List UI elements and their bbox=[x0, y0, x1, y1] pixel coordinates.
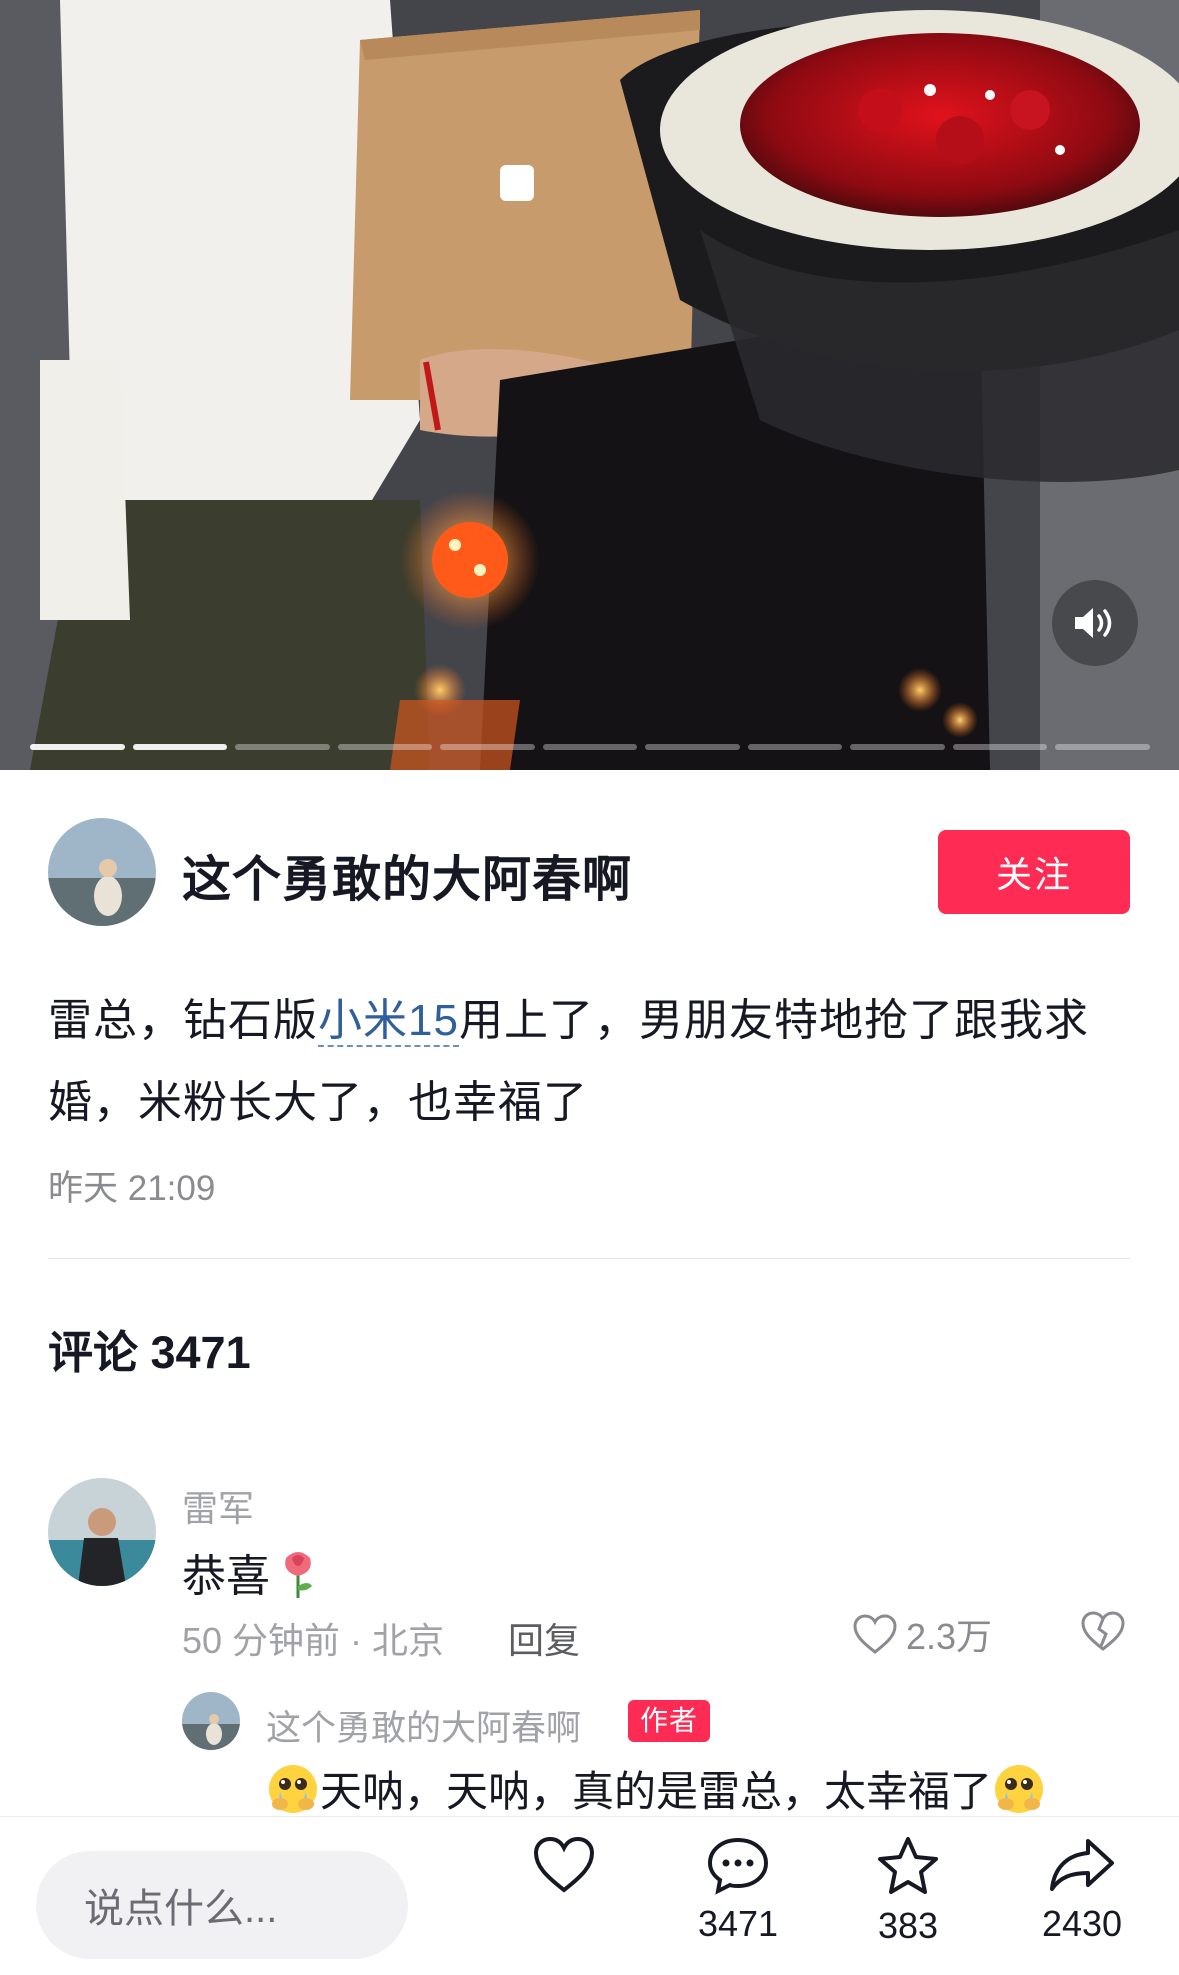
progress-segment bbox=[542, 744, 638, 750]
author-avatar[interactable] bbox=[48, 818, 156, 926]
comment-like-count: 2.3万 bbox=[906, 1616, 993, 1657]
progress-segment bbox=[645, 744, 740, 750]
product-tag-link[interactable]: 小米15 bbox=[318, 996, 459, 1047]
progress-segment bbox=[850, 744, 945, 750]
progress-segment bbox=[1055, 744, 1151, 750]
progress-segment bbox=[235, 744, 330, 750]
comment-dislike-button[interactable] bbox=[1080, 1610, 1126, 1657]
reply-text: 天呐，天呐，真的是雷总，太幸福了 bbox=[266, 1758, 1046, 1819]
author-badge: 作者 bbox=[628, 1700, 711, 1742]
star-icon bbox=[878, 1837, 938, 1894]
comment-time-location: 50 分钟前 · 北京 bbox=[182, 1620, 445, 1661]
rose-emoji-icon bbox=[285, 1552, 312, 1598]
volume-button[interactable] bbox=[1052, 580, 1138, 666]
reply-username[interactable]: 这个勇敢的大阿春啊 bbox=[266, 1700, 581, 1751]
teary-face-emoji-icon bbox=[995, 1764, 1044, 1813]
comment-body: 恭喜 bbox=[182, 1552, 270, 1601]
comment-bubble-icon bbox=[707, 1837, 769, 1895]
progress-segment bbox=[30, 744, 125, 750]
favorite-button[interactable]: 383 bbox=[848, 1835, 968, 1947]
reply-body: 天呐，天呐，真的是雷总，太幸福了 bbox=[320, 1768, 993, 1815]
broken-heart-icon bbox=[1081, 1611, 1125, 1651]
comment-text: 恭喜 bbox=[182, 1540, 320, 1604]
share-button[interactable]: 2430 bbox=[1022, 1835, 1142, 1945]
photo-illustration bbox=[0, 0, 1179, 770]
like-button[interactable] bbox=[504, 1835, 624, 1895]
comment-input-placeholder: 说点什么... bbox=[84, 1887, 278, 1931]
carousel-progress bbox=[30, 744, 1151, 752]
commenter-avatar[interactable] bbox=[48, 1478, 156, 1586]
progress-segment bbox=[132, 744, 228, 750]
avatar-image bbox=[48, 818, 156, 926]
post-time: 昨天 21:09 bbox=[48, 1169, 216, 1208]
reply-button[interactable]: 回复 bbox=[508, 1612, 580, 1664]
share-arrow-icon bbox=[1050, 1839, 1114, 1891]
bottom-action-bar: 说点什么... 3471 383 2430 bbox=[0, 1816, 1179, 1975]
post-caption: 雷总，钻石版小米15用上了，男朋友特地抢了跟我求婚，米粉长大了，也幸福了 bbox=[48, 980, 1138, 1144]
comments-heading: 评论 3471 bbox=[48, 1327, 251, 1378]
comment-like-button[interactable]: 2.3万 bbox=[852, 1608, 992, 1660]
divider bbox=[48, 1258, 1130, 1259]
reply-avatar[interactable] bbox=[182, 1692, 240, 1750]
heart-icon bbox=[853, 1614, 897, 1654]
volume-icon bbox=[1075, 608, 1112, 638]
progress-segment bbox=[337, 744, 433, 750]
caption-text: 雷总，钻石版 bbox=[48, 996, 318, 1045]
progress-segment bbox=[747, 744, 843, 750]
progress-segment bbox=[952, 744, 1048, 750]
comment-username[interactable]: 雷军 bbox=[182, 1480, 254, 1532]
follow-button[interactable]: 关注 bbox=[938, 830, 1130, 914]
author-name[interactable]: 这个勇敢的大阿春啊 bbox=[182, 840, 632, 911]
comment-button[interactable]: 3471 bbox=[678, 1835, 798, 1945]
avatar-image bbox=[182, 1692, 240, 1750]
comment-count: 3471 bbox=[697, 1903, 779, 1944]
share-count: 2430 bbox=[1041, 1903, 1123, 1944]
heart-icon bbox=[533, 1836, 595, 1893]
post-media-image[interactable] bbox=[0, 0, 1179, 770]
favorite-count: 383 bbox=[877, 1905, 939, 1946]
avatar-image bbox=[48, 1478, 156, 1586]
teary-face-emoji-icon bbox=[269, 1764, 317, 1813]
comment-input[interactable]: 说点什么... bbox=[36, 1851, 408, 1959]
progress-segment bbox=[440, 744, 535, 750]
